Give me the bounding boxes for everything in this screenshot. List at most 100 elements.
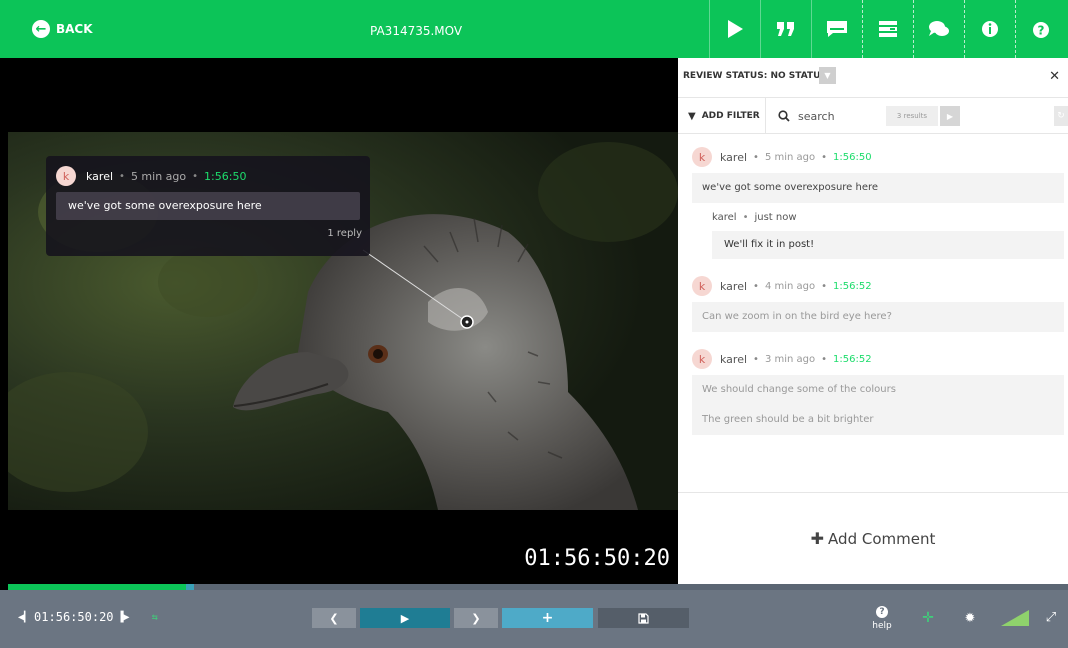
back-button[interactable]: ← BACK <box>32 0 93 58</box>
info-icon <box>982 21 998 37</box>
comment-body: Can we zoom in on the bird eye here? <box>692 302 1064 332</box>
comment-item[interactable]: k karel • 4 min ago • 1:56:52 Can we zoo… <box>692 276 1064 332</box>
mark-in-icon[interactable]: ◀▎ <box>18 612 30 623</box>
avatar: k <box>692 276 712 296</box>
quote-icon <box>777 22 794 36</box>
comment-timecode-link[interactable]: 1:56:50 <box>833 152 872 163</box>
list-icon <box>879 21 897 37</box>
chevron-right-icon: ❯ <box>471 611 481 625</box>
avatar: k <box>692 147 712 167</box>
settings-gear-icon[interactable]: ✹ <box>962 610 978 626</box>
list-tool-button[interactable] <box>862 0 913 58</box>
comment-username: karel <box>720 279 748 293</box>
comment-text: The green should be a bit brighter <box>702 414 874 425</box>
review-status-dropdown[interactable]: ▼ <box>819 67 836 84</box>
reply-header: karel • just now <box>712 209 1064 225</box>
search-box <box>778 106 878 126</box>
next-button[interactable]: ❯ <box>454 608 498 628</box>
comment-username: karel <box>720 352 748 366</box>
chat-icon <box>929 21 949 36</box>
filter-bar: ▼ ADD FILTER 3 results ▶ ↻ <box>678 98 1068 134</box>
refresh-icon: ↻ <box>1057 111 1065 121</box>
play-tool-button[interactable] <box>709 0 760 58</box>
volume-slider-icon[interactable] <box>1001 608 1029 628</box>
comment-username: karel <box>720 150 748 164</box>
previous-button[interactable]: ❮ <box>312 608 356 628</box>
refresh-button[interactable]: ↻ <box>1054 106 1068 126</box>
svg-text:?: ? <box>1038 24 1045 38</box>
review-status-bar: REVIEW STATUS: NO STATUS ▼ ✕ <box>678 58 1068 98</box>
comment-item[interactable]: k karel • 5 min ago • 1:56:50 we've got … <box>692 147 1064 259</box>
mark-out-icon[interactable]: ▐▶ <box>118 612 130 623</box>
comment-timecode-link[interactable]: 1:56:52 <box>833 354 872 365</box>
popup-timecode-link[interactable]: 1:56:50 <box>204 170 246 183</box>
back-label: BACK <box>56 22 93 36</box>
chevron-down-icon: ▼ <box>824 71 831 80</box>
comment-header: k karel • 4 min ago • 1:56:52 <box>692 276 1064 296</box>
close-icon[interactable]: ✕ <box>1049 69 1060 84</box>
comment-time: 3 min ago <box>764 353 816 365</box>
reply-item: karel • just now We'll fix it in post! <box>712 209 1064 259</box>
help-button[interactable]: ? help <box>864 606 900 631</box>
add-marker-button[interactable]: + <box>502 608 593 628</box>
next-result-button[interactable]: ▶ <box>940 106 960 126</box>
current-timecode: 01:56:50:20 <box>34 610 114 624</box>
save-button[interactable] <box>598 608 689 628</box>
plus-icon: ✚ <box>810 529 825 548</box>
save-icon <box>638 612 649 624</box>
avatar: k <box>692 349 712 369</box>
review-status-label: REVIEW STATUS: NO STATUS <box>683 71 827 81</box>
separator-dot: • <box>821 280 828 292</box>
popup-reply-link[interactable]: 1 reply <box>327 228 362 239</box>
chevron-left-icon: ❮ <box>329 611 339 625</box>
comment-time: 4 min ago <box>764 280 816 292</box>
add-comment-label: Add Comment <box>828 529 936 548</box>
separator-dot: • <box>821 353 828 365</box>
comments-panel: REVIEW STATUS: NO STATUS ▼ ✕ ▼ ADD FILTE… <box>678 58 1068 584</box>
comment-text: we've got some overexposure here <box>702 182 879 193</box>
video-timecode: 01:56:50:20 <box>524 546 670 571</box>
separator-dot: • <box>753 353 759 365</box>
reply-text: We'll fix it in post! <box>712 231 1064 259</box>
back-arrow-icon: ← <box>32 20 50 38</box>
separator-dot: • <box>119 170 125 182</box>
comment-item[interactable]: k karel • 3 min ago • 1:56:52 We should … <box>692 349 1064 435</box>
separator-dot: • <box>742 211 749 223</box>
play-button[interactable]: ▶ <box>360 608 450 628</box>
popup-header: k karel • 5 min ago • 1:56:50 <box>56 166 246 186</box>
video-player[interactable]: k karel • 5 min ago • 1:56:50 we've got … <box>8 58 678 584</box>
fullscreen-icon[interactable]: ⤢ <box>1044 610 1058 625</box>
info-tool-button[interactable] <box>964 0 1015 58</box>
crosshair-icon[interactable]: ✛ <box>920 610 936 626</box>
add-comment-button[interactable]: ✚ Add Comment <box>678 492 1068 584</box>
reply-time: just now <box>754 211 797 223</box>
playback-control-bar: ◀▎ 01:56:50:20 ▐▶ ⇆ ❮ ▶ ❯ + ? help ✛ ✹ ⤢ <box>0 590 1068 648</box>
filter-icon: ▼ <box>688 110 696 122</box>
results-count: 3 results <box>886 106 938 126</box>
help-icon: ? <box>1033 22 1049 38</box>
help-label: help <box>872 621 892 631</box>
quote-tool-button[interactable] <box>760 0 811 58</box>
search-input[interactable] <box>798 109 868 123</box>
timecode-controls: ◀▎ 01:56:50:20 ▐▶ ⇆ <box>14 610 158 624</box>
comment-popup[interactable]: k karel • 5 min ago • 1:56:50 we've got … <box>46 156 370 256</box>
separator-dot: • <box>753 151 759 163</box>
comment-text: We should change some of the colours <box>702 384 896 395</box>
comment-timecode-link[interactable]: 1:56:52 <box>833 281 872 292</box>
search-icon <box>778 110 790 122</box>
comment-tool-button[interactable] <box>811 0 862 58</box>
volume-icon <box>1001 610 1029 626</box>
chat-tool-button[interactable] <box>913 0 964 58</box>
popup-time: 5 min ago <box>130 169 187 183</box>
play-icon: ▶ <box>400 611 410 625</box>
add-filter-button[interactable]: ▼ ADD FILTER <box>678 98 766 134</box>
comment-icon <box>827 21 847 37</box>
separator-dot: • <box>753 280 759 292</box>
reply-username: karel <box>712 211 737 223</box>
play-icon: ▶ <box>946 111 954 121</box>
add-filter-label: ADD FILTER <box>701 111 760 121</box>
loop-icon[interactable]: ⇆ <box>152 612 158 623</box>
file-title: PA314735.MOV <box>370 24 463 38</box>
help-tool-button[interactable]: ? <box>1015 0 1066 58</box>
comment-text: Can we zoom in on the bird eye here? <box>702 311 892 322</box>
